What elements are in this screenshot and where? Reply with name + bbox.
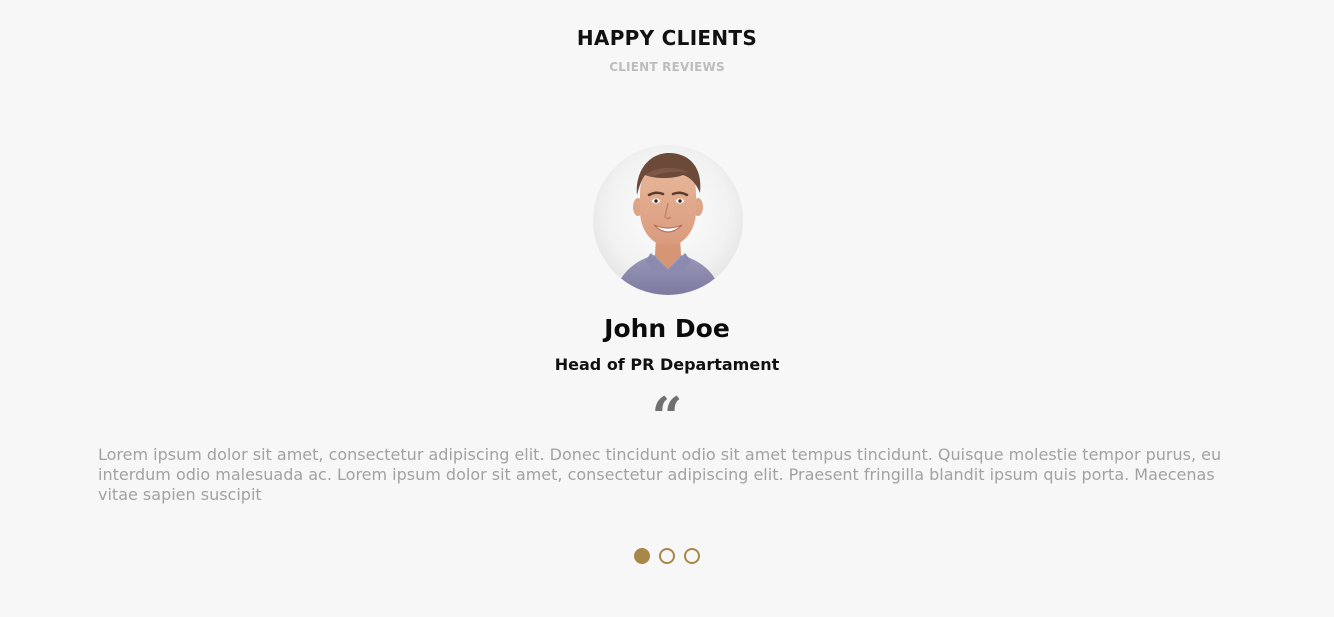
client-name: John Doe [604, 314, 730, 343]
client-avatar [593, 145, 743, 295]
carousel-pagination [0, 548, 1334, 564]
pagination-dot-3[interactable] [684, 548, 700, 564]
testimonials-section: HAPPY CLIENTS CLIENT REVIEWS John Doe He… [0, 0, 1334, 617]
client-role: Head of PR Departament [554, 355, 780, 374]
section-title: HAPPY CLIENTS [576, 26, 758, 50]
review-text: Lorem ipsum dolor sit amet, consectetur … [98, 445, 1222, 504]
person-photo-icon [593, 145, 743, 295]
quote-icon: “ [651, 390, 683, 430]
pagination-dot-1[interactable] [634, 548, 650, 564]
pagination-dot-2[interactable] [659, 548, 675, 564]
section-subtitle: CLIENT REVIEWS [609, 60, 725, 74]
